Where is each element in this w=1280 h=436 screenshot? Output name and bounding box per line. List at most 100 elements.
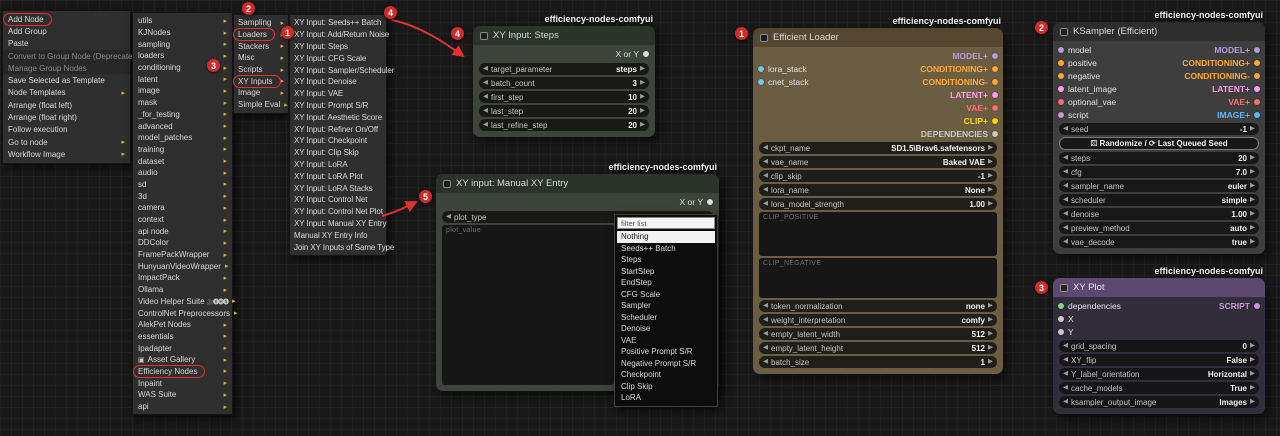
output-slot-dot[interactable] xyxy=(992,66,998,72)
decrement-arrow-icon[interactable]: ◀ xyxy=(1063,152,1068,164)
increment-arrow-icon[interactable]: ▶ xyxy=(1250,123,1255,135)
dropdown-item-sampler[interactable]: Sampler xyxy=(617,300,715,312)
xy-inputs-menu-item-manual-xy-entry-info[interactable]: Manual XY Entry Info xyxy=(290,229,386,241)
categories-menu-item-audio[interactable]: audio▸ xyxy=(133,167,232,179)
increment-arrow-icon[interactable]: ▶ xyxy=(1250,166,1255,178)
output-slot-dot[interactable] xyxy=(1254,60,1260,66)
dropdown-filter-input[interactable]: filter list xyxy=(617,217,715,229)
categories-menu-item-3d[interactable]: 3d▸ xyxy=(133,190,232,202)
categories-menu-item-advanced[interactable]: advanced▸ xyxy=(133,120,232,132)
node-title-bar[interactable]: KSampler (Efficient) xyxy=(1053,22,1265,41)
decrement-arrow-icon[interactable]: ◀ xyxy=(1063,194,1068,206)
xy-inputs-menu-item-xy-input-lora-plot[interactable]: XY Input: LoRA Plot xyxy=(290,170,386,182)
xy-inputs-menu-item-xy-input-seeds-batch[interactable]: XY Input: Seeds++ Batch xyxy=(290,17,386,29)
xy-steps-output-x-or-y[interactable]: X or Y xyxy=(473,47,655,61)
xy-inputs-menu-item-xy-input-aesthetic-score[interactable]: XY Input: Aesthetic Score xyxy=(290,111,386,123)
input-slot-dot[interactable] xyxy=(1058,316,1064,322)
efficiency-menu-item-stackers[interactable]: Stackers▸ xyxy=(234,40,288,52)
output-slot-dot[interactable] xyxy=(992,53,998,59)
input-slot-dot[interactable] xyxy=(1058,73,1064,79)
increment-arrow-icon[interactable]: ▶ xyxy=(1250,222,1255,234)
dropdown-item-steps[interactable]: Steps xyxy=(617,254,715,266)
collapse-icon[interactable] xyxy=(1060,284,1068,292)
output-slot-vae[interactable]: VAE+ xyxy=(1228,97,1260,107)
xy-plot-widget-y-label-orientation[interactable]: ◀Y_label_orientationHorizontal▶ xyxy=(1059,368,1259,380)
categories-menu-item-inpaint[interactable]: Inpaint▸ xyxy=(133,377,232,389)
categories-menu-item-ollama[interactable]: Ollama▸ xyxy=(133,284,232,296)
increment-arrow-icon[interactable]: ▶ xyxy=(988,170,993,182)
increment-arrow-icon[interactable]: ▶ xyxy=(988,342,993,354)
increment-arrow-icon[interactable]: ▶ xyxy=(988,356,993,368)
efficiency-menu-item-loaders[interactable]: Loaders▸ xyxy=(234,29,288,41)
decrement-arrow-icon[interactable]: ◀ xyxy=(446,211,451,223)
categories-menu-item-for-testing[interactable]: _for_testing▸ xyxy=(133,109,232,121)
efficiency-menu-item-image[interactable]: Image▸ xyxy=(234,87,288,99)
decrement-arrow-icon[interactable]: ◀ xyxy=(483,63,488,75)
ksampler-widget-seed[interactable]: ◀seed-1▶ xyxy=(1059,123,1259,135)
increment-arrow-icon[interactable]: ▶ xyxy=(640,63,645,75)
efficient-loader-widget-weight-interpretation[interactable]: ◀weight_interpretationcomfy▶ xyxy=(759,314,997,326)
input-slot-dot[interactable] xyxy=(758,79,764,85)
dropdown-item-scheduler[interactable]: Scheduler xyxy=(617,312,715,324)
input-slot-optional-vae[interactable]: optional_vae xyxy=(1058,97,1116,107)
output-slot-image[interactable]: IMAGE+ xyxy=(1217,110,1260,120)
efficiency-menu-item-scripts[interactable]: Scripts▸ xyxy=(234,64,288,76)
decrement-arrow-icon[interactable]: ◀ xyxy=(1063,208,1068,220)
categories-menu-item-context[interactable]: context▸ xyxy=(133,214,232,226)
decrement-arrow-icon[interactable]: ◀ xyxy=(1063,222,1068,234)
efficient-loader-textarea-clip-positive[interactable]: CLIP_POSITIVE xyxy=(759,212,997,256)
increment-arrow-icon[interactable]: ▶ xyxy=(1250,208,1255,220)
decrement-arrow-icon[interactable]: ◀ xyxy=(763,328,768,340)
output-slot-dot[interactable] xyxy=(992,79,998,85)
increment-arrow-icon[interactable]: ▶ xyxy=(1250,354,1255,366)
input-slot-dot[interactable] xyxy=(758,66,764,72)
xy-inputs-menu-item-xy-input-denoise[interactable]: XY Input: Denoise xyxy=(290,76,386,88)
input-slot-dot[interactable] xyxy=(1058,329,1064,335)
increment-arrow-icon[interactable]: ▶ xyxy=(988,142,993,154)
decrement-arrow-icon[interactable]: ◀ xyxy=(763,170,768,182)
categories-menu-item-was-suite[interactable]: WAS Suite▸ xyxy=(133,389,232,401)
output-slot-dot[interactable] xyxy=(1254,112,1260,118)
ksampler-widget-preview-method[interactable]: ◀preview_methodauto▶ xyxy=(1059,222,1259,234)
xy-inputs-menu-item-xy-input-prompt-s-r[interactable]: XY Input: Prompt S/R xyxy=(290,100,386,112)
categories-menu-item-api-node[interactable]: api node▸ xyxy=(133,225,232,237)
increment-arrow-icon[interactable]: ▶ xyxy=(1250,236,1255,248)
xy-inputs-menu-item-xy-input-control-net[interactable]: XY Input: Control Net xyxy=(290,194,386,206)
efficient-loader-widget-token-normalization[interactable]: ◀token_normalizationnone▶ xyxy=(759,300,997,312)
increment-arrow-icon[interactable]: ▶ xyxy=(988,156,993,168)
input-slot-dot[interactable] xyxy=(1058,112,1064,118)
xy-plot-widget-cache-models[interactable]: ◀cache_modelsTrue▶ xyxy=(1059,382,1259,394)
xy-inputs-menu-item-xy-input-lora-stacks[interactable]: XY Input: LoRA Stacks xyxy=(290,182,386,194)
dropdown-item-clip-skip[interactable]: Clip Skip xyxy=(617,381,715,393)
efficiency-menu-item-simple-eval[interactable]: Simple Eval▸ xyxy=(234,99,288,111)
xy-steps-widget-first-step[interactable]: ◀first_step10▶ xyxy=(479,91,649,103)
output-slot-dot[interactable] xyxy=(992,118,998,124)
decrement-arrow-icon[interactable]: ◀ xyxy=(763,184,768,196)
decrement-arrow-icon[interactable]: ◀ xyxy=(483,91,488,103)
ksampler-widget-cfg[interactable]: ◀cfg7.0▶ xyxy=(1059,166,1259,178)
efficient-loader-widget-lora-model-strength[interactable]: ◀lora_model_strength1.00▶ xyxy=(759,198,997,210)
output-slot-dot[interactable] xyxy=(707,199,713,205)
node-title-bar[interactable]: XY Plot xyxy=(1053,278,1265,297)
decrement-arrow-icon[interactable]: ◀ xyxy=(1063,382,1068,394)
output-slot-dot[interactable] xyxy=(1254,86,1260,92)
increment-arrow-icon[interactable]: ▶ xyxy=(1250,152,1255,164)
efficient-loader-widget-vae-name[interactable]: ◀vae_nameBaked VAE▶ xyxy=(759,156,997,168)
increment-arrow-icon[interactable]: ▶ xyxy=(988,184,993,196)
output-slot-dot[interactable] xyxy=(992,131,998,137)
output-slot-vae[interactable]: VAE+ xyxy=(966,103,998,113)
increment-arrow-icon[interactable]: ▶ xyxy=(640,105,645,117)
input-slot-script[interactable]: script xyxy=(1058,110,1088,120)
output-slot-dot[interactable] xyxy=(992,105,998,111)
canvas-menu-item-arrange-float-left[interactable]: Arrange (float left) xyxy=(3,99,130,111)
output-slot-model[interactable]: MODEL+ xyxy=(1214,45,1260,55)
categories-menu-item-impactpack[interactable]: ImpactPack▸ xyxy=(133,272,232,284)
efficiency-menu-item-misc[interactable]: Misc▸ xyxy=(234,52,288,64)
xy-steps-widget-last-step[interactable]: ◀last_step20▶ xyxy=(479,105,649,117)
decrement-arrow-icon[interactable]: ◀ xyxy=(763,142,768,154)
manual-xy-output-x-or-y[interactable]: X or Y xyxy=(436,195,719,209)
node-xy-input-steps[interactable]: efficiency-nodes-comfyui XY Input: Steps… xyxy=(473,12,655,137)
xy-inputs-menu-item-xy-input-manual-xy-entry[interactable]: XY Input: Manual XY Entry xyxy=(290,218,386,230)
decrement-arrow-icon[interactable]: ◀ xyxy=(763,300,768,312)
ksampler-seed-control-button[interactable]: ⚄ Randomize / ⟳ Last Queued Seed xyxy=(1059,137,1259,150)
